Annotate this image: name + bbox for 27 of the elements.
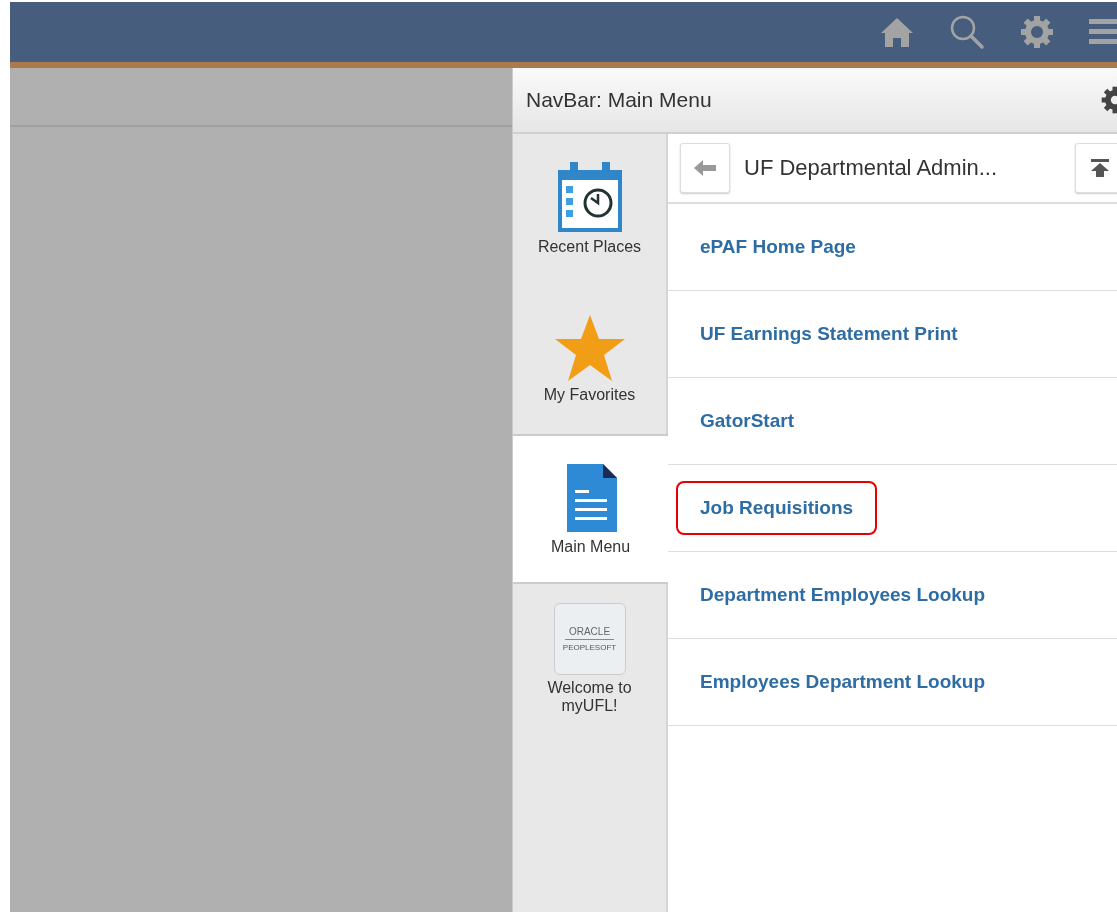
menu-link[interactable]: Job Requisitions — [676, 481, 878, 535]
nav-tile[interactable]: Main Menu — [513, 434, 668, 584]
back-arrow-icon — [694, 160, 716, 176]
folder-title: UF Departmental Admin... — [744, 155, 998, 181]
menu-link[interactable]: ePAF Home Page — [676, 220, 880, 274]
back-button[interactable] — [680, 143, 730, 193]
tile-label: My Favorites — [542, 386, 637, 404]
tile-label: Main Menu — [549, 538, 632, 556]
home-icon[interactable] — [879, 16, 915, 48]
search-icon[interactable] — [949, 14, 985, 50]
tile-label: Welcome to myUFL! — [546, 679, 633, 715]
scroll-top-button[interactable] — [1075, 143, 1117, 193]
menu-link[interactable]: Department Employees Lookup — [676, 568, 1010, 622]
calendar-clock-icon — [555, 162, 624, 234]
star-icon — [553, 314, 626, 382]
logo-text: ORACLE — [564, 626, 615, 640]
menu-link[interactable]: UF Earnings Statement Print — [676, 307, 982, 361]
nav-tile[interactable]: My Favorites — [513, 284, 666, 434]
menu-link[interactable]: GatorStart — [676, 394, 818, 448]
nav-tile[interactable]: Recent Places — [513, 134, 666, 284]
menu-link[interactable]: Employees Department Lookup — [676, 655, 1010, 709]
scroll-top-icon — [1091, 159, 1109, 177]
nav-tile[interactable]: ORACLE PEOPLESOFT Welcome to myUFL! — [513, 584, 666, 734]
menu-icon[interactable] — [1089, 18, 1117, 46]
tile-label: Recent Places — [536, 238, 643, 256]
panel-title: NavBar: Main Menu — [526, 88, 712, 112]
logo-text: PEOPLESOFT — [562, 643, 617, 652]
